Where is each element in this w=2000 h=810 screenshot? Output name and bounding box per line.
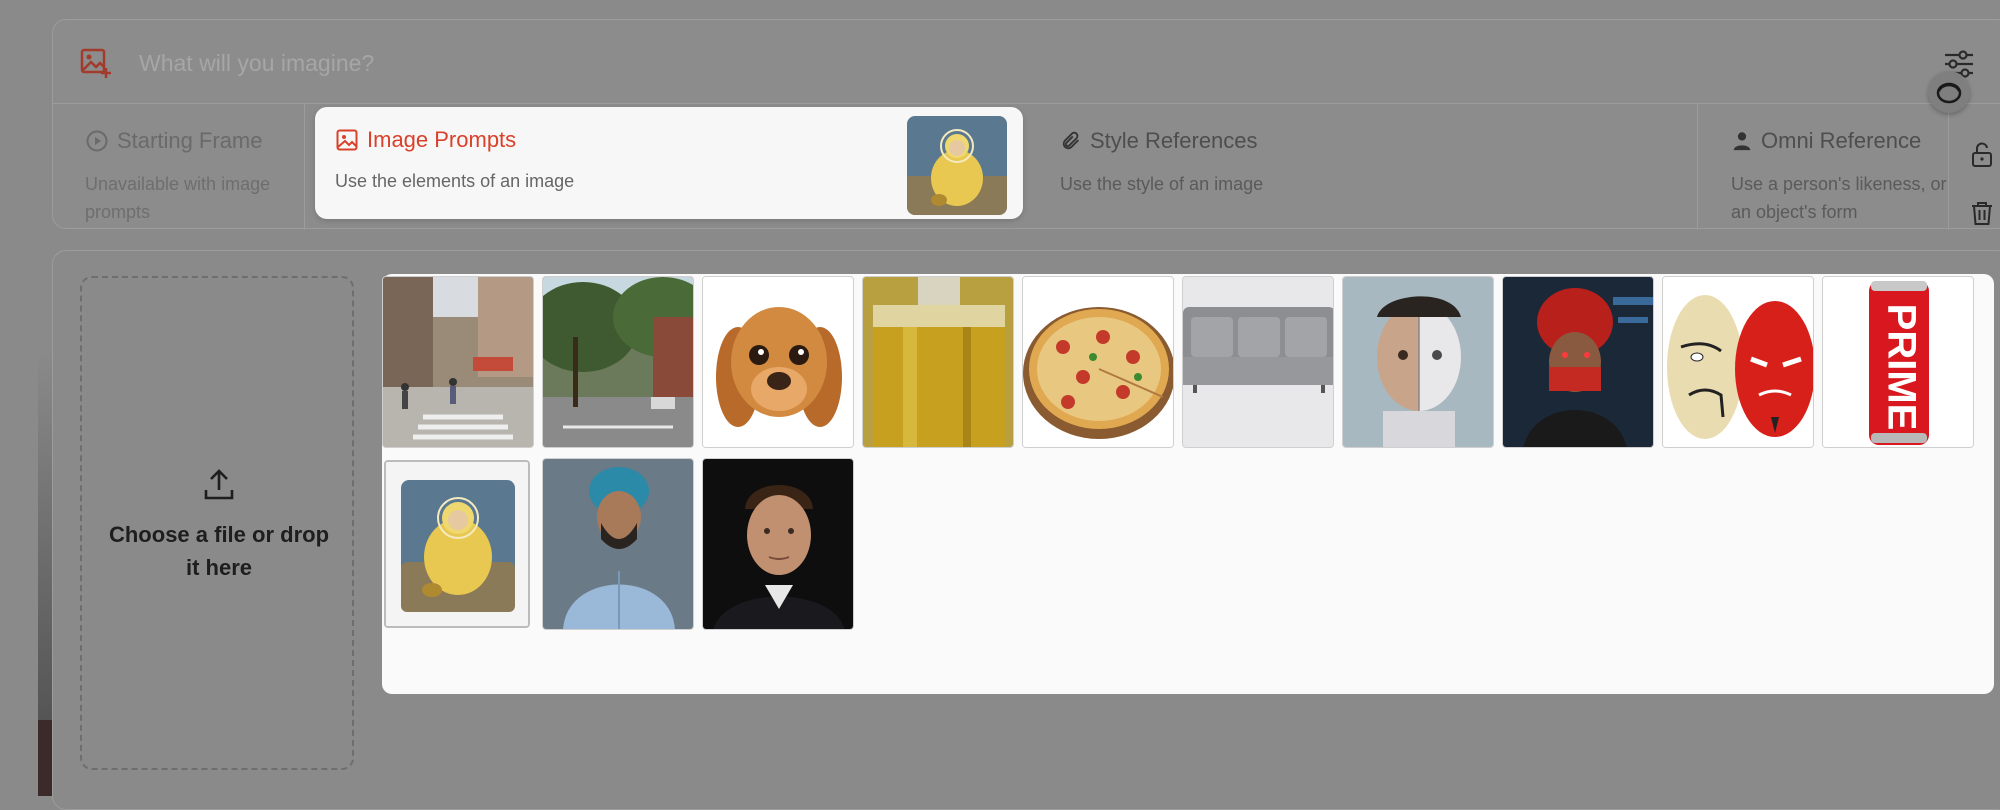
tab-image-prompts-label: Image Prompts <box>367 127 517 152</box>
face-icon <box>1936 82 1962 104</box>
tab-starting-frame-title: Starting Frame <box>85 128 263 154</box>
person-icon <box>1733 132 1751 151</box>
gallery-image-oil-bottle[interactable] <box>862 276 1014 448</box>
gallery-image-tree-street[interactable] <box>542 276 694 448</box>
upload-icon <box>204 469 234 500</box>
prompt-row <box>53 20 2000 104</box>
tab-starting-frame: Starting Frame Unavailable with image pr… <box>53 104 305 230</box>
file-dropzone[interactable]: Choose a file or drop it here <box>80 276 354 770</box>
prime-can-label: PRIME <box>1879 304 1923 431</box>
gallery-image-robot-face[interactable] <box>1342 276 1494 448</box>
gallery-image-blue-turban-man[interactable] <box>542 458 694 630</box>
tab-image-prompts-description: Use the elements of an image <box>335 171 575 191</box>
tab-starting-frame-description: Unavailable with image prompts <box>85 174 271 222</box>
play-circle-icon <box>86 130 108 152</box>
tab-style-references-title: Style References <box>1060 128 1258 154</box>
gallery-image-city-street[interactable] <box>382 276 534 448</box>
image-plus-icon[interactable] <box>79 46 113 80</box>
gallery-image-pizza[interactable] <box>1022 276 1174 448</box>
prompt-input[interactable] <box>137 42 1841 84</box>
gallery-image-guru-painting[interactable] <box>384 460 530 628</box>
tab-style-references[interactable]: Style References Use the style of an ima… <box>1028 104 1698 230</box>
tab-omni-reference-title: Omni Reference <box>1731 128 1921 154</box>
gallery-image-prime-can[interactable]: PRIME <box>1822 276 1974 448</box>
tab-starting-frame-label: Starting Frame <box>117 128 263 153</box>
tab-style-references-label: Style References <box>1090 128 1258 153</box>
gallery-image-grey-sofa[interactable] <box>1182 276 1334 448</box>
tab-omni-reference[interactable]: Omni Reference Use a person's likeness, … <box>1699 104 1949 230</box>
tab-omni-reference-label: Omni Reference <box>1761 128 1922 153</box>
unlock-icon[interactable] <box>1969 142 1995 168</box>
gallery-image-masks[interactable] <box>1662 276 1814 448</box>
tab-image-prompts[interactable]: Image Prompts Use the elements of an ima… <box>315 107 1023 219</box>
gallery-image-red-turban[interactable] <box>1502 276 1654 448</box>
image-icon <box>336 129 358 151</box>
image-gallery: PRIME <box>382 274 1994 694</box>
gallery-image-cartoon-dog[interactable] <box>702 276 854 448</box>
side-actions <box>1949 104 2000 230</box>
paperclip-icon <box>1062 131 1079 150</box>
trash-icon[interactable] <box>1969 200 1995 226</box>
avatar[interactable] <box>1928 71 1970 113</box>
tab-image-prompts-title: Image Prompts <box>335 127 516 153</box>
gallery-image-man-portrait[interactable] <box>702 458 854 630</box>
tab-omni-reference-description: Use a person's likeness, or an object's … <box>1731 174 1947 222</box>
dropzone-label: Choose a file or drop it here <box>108 522 330 580</box>
tab-style-references-description: Use the style of an image <box>1060 174 1264 194</box>
image-prompt-thumbnail[interactable] <box>907 116 1007 215</box>
